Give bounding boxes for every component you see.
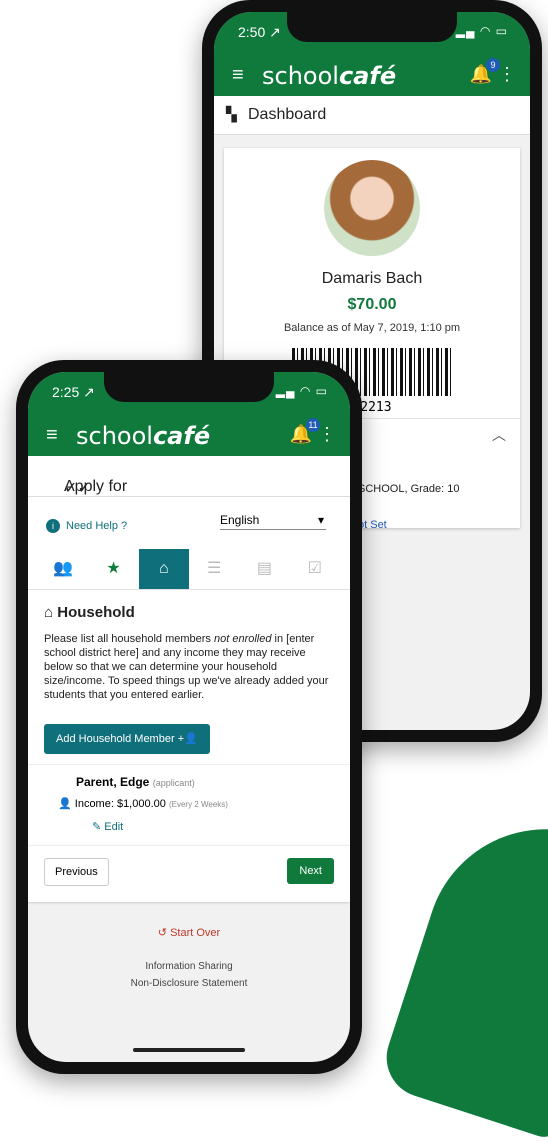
income-frequency: (Every 2 Weeks) <box>168 800 228 809</box>
member-income: Income: $1,000.00 <box>74 798 166 810</box>
step-list-icon[interactable]: ☰ <box>189 549 239 589</box>
pencil-icon: ✎ <box>92 821 105 833</box>
signal-wifi-battery-icon: ▂▄ ◠ ▭ <box>455 24 508 38</box>
previous-button[interactable]: Previous <box>44 858 109 886</box>
app-logo: schoolcafé <box>76 422 211 450</box>
student-name: Damaris Bach <box>321 270 423 287</box>
page-header: ▚ Dashboard <box>214 96 530 135</box>
page-header: ✓✓ Apply for Free or Reduced Benefits <box>28 456 350 549</box>
step-tabs: 👥 ★ ⌂ ☰ ▤ ☑ <box>28 549 350 590</box>
need-help-link[interactable]: Need Help ? <box>66 520 127 532</box>
phone-notch <box>287 12 457 42</box>
step-check-icon[interactable]: ☑ <box>290 549 340 589</box>
household-member: Parent, Edge (applicant) 👤 Income: $1,00… <box>28 764 350 845</box>
info-icon: i <box>46 519 60 533</box>
undo-icon: ↺ <box>157 927 171 939</box>
add-person-icon: +👤 <box>177 733 198 745</box>
front-phone-screen: 2:25 ↗ ▂▄ ◠ ▭ ≡ schoolcafé 🔔 11 ⋮ ✓✓ App… <box>28 372 350 1062</box>
student-balance: $70.00 <box>347 296 397 313</box>
student-school-grade: SCHOOL, Grade: 10 <box>358 483 460 495</box>
hamburger-menu-icon[interactable]: ≡ <box>232 64 244 87</box>
non-disclosure-link[interactable]: Non-Disclosure Statement <box>28 978 350 989</box>
footer: ↺ Start Over Information Sharing Non-Dis… <box>28 926 350 989</box>
app-bar: ≡ schoolcafé 🔔 11 ⋮ <box>28 416 350 456</box>
next-button[interactable]: Next <box>287 858 334 884</box>
member-income-row: 👤 Income: $1,000.00 (Every 2 Weeks) <box>58 797 334 810</box>
decorative-leaf <box>376 797 548 1142</box>
add-household-member-button[interactable]: Add Household Member +👤 <box>44 724 210 754</box>
member-name: Parent, Edge <box>76 775 150 789</box>
app-logo: schoolcafé <box>262 62 397 90</box>
status-time: 2:25 ↗ <box>52 384 95 400</box>
member-role: (applicant) <box>152 778 195 788</box>
edit-member-button[interactable]: ✎ Edit <box>92 820 334 833</box>
section-title: Household <box>57 604 135 621</box>
page-title: Dashboard <box>248 106 327 123</box>
dashboard-icon: ▚ <box>226 106 237 122</box>
not-set-link[interactable]: ot Set <box>358 519 387 531</box>
status-time: 2:50 ↗ <box>238 24 281 40</box>
more-vert-icon[interactable]: ⋮ <box>498 64 516 85</box>
hamburger-menu-icon[interactable]: ≡ <box>46 424 58 447</box>
wizard-nav: Previous Next <box>28 845 350 902</box>
section-heading: ⌂ Household <box>44 604 334 621</box>
step-people-icon[interactable]: 👥 <box>38 549 88 589</box>
step-star-icon[interactable]: ★ <box>88 549 138 589</box>
member-name-row: Parent, Edge (applicant) <box>76 775 334 789</box>
language-select[interactable]: English <box>220 513 326 530</box>
help-language-row: i Need Help ? English <box>28 497 350 549</box>
signal-wifi-battery-icon: ▂▄ ◠ ▭ <box>275 384 328 398</box>
chevron-up-icon[interactable]: ︿ <box>492 425 506 445</box>
more-vert-icon[interactable]: ⋮ <box>318 424 336 445</box>
information-sharing-link[interactable]: Information Sharing <box>28 961 350 972</box>
step-document-icon[interactable]: ▤ <box>239 549 289 589</box>
start-over-link[interactable]: ↺ Start Over <box>28 926 350 939</box>
step-home-icon[interactable]: ⌂ <box>138 549 189 589</box>
person-icon: 👤 <box>58 798 75 810</box>
home-indicator <box>133 1048 245 1052</box>
app-bar: ≡ schoolcafé 🔔 9 ⋮ <box>214 56 530 96</box>
home-icon: ⌂ <box>44 604 58 621</box>
phone-notch <box>104 372 274 402</box>
household-section: ⌂ Household Please list all household me… <box>28 590 350 764</box>
student-avatar <box>324 160 420 256</box>
balance-timestamp: Balance as of May 7, 2019, 1:10 pm <box>283 322 461 334</box>
front-phone: 2:25 ↗ ▂▄ ◠ ▭ ≡ schoolcafé 🔔 11 ⋮ ✓✓ App… <box>16 360 362 1074</box>
section-description: Please list all household members not en… <box>44 633 329 701</box>
